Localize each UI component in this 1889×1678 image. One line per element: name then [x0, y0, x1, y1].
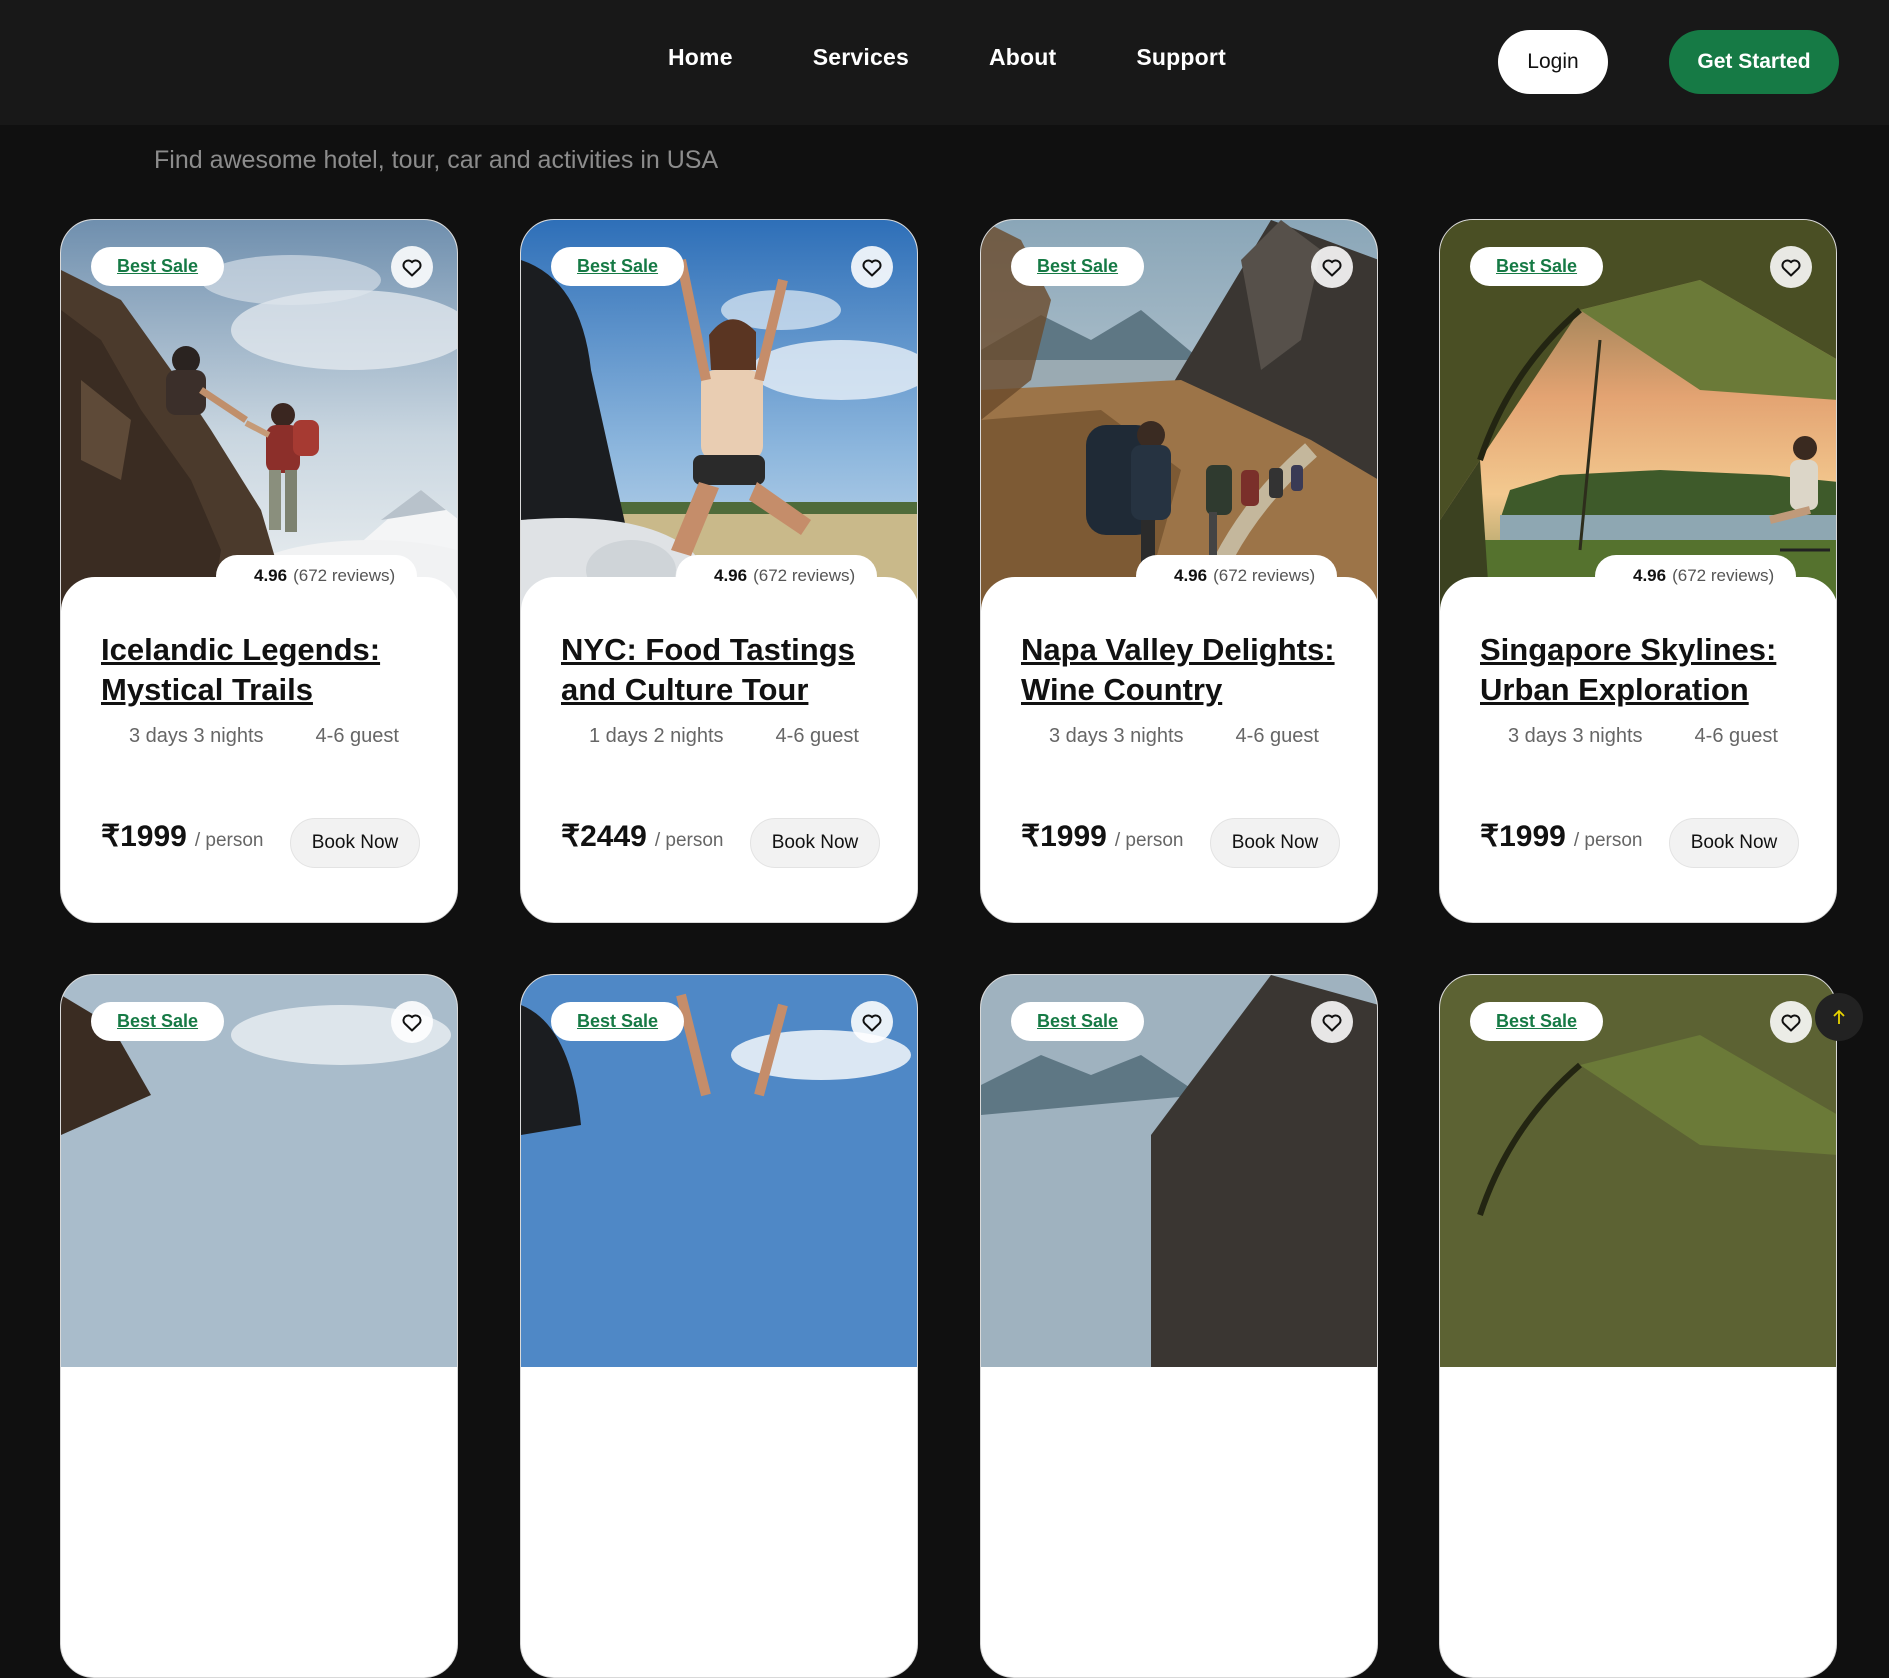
tour-card: Best Sale 4.96 (672 reviews) Napa Valley…	[980, 219, 1378, 923]
tour-price: ₹1999 / person	[1021, 819, 1183, 854]
review-count: (672 reviews)	[753, 566, 856, 585]
section-subtitle: Find awesome hotel, tour, car and activi…	[154, 146, 719, 174]
tour-title-link[interactable]: Napa Valley Delights: Wine Country	[1021, 630, 1351, 710]
book-now-button[interactable]: Book Now	[290, 818, 420, 868]
tour-price: ₹2449 / person	[561, 819, 723, 854]
book-now-button[interactable]: Book Now	[750, 818, 880, 868]
card-body	[1440, 577, 1836, 922]
best-sale-badge: Best Sale	[551, 1002, 685, 1041]
rating-score: 4.96	[254, 566, 288, 585]
rating-pill: 4.96 (672 reviews)	[676, 555, 878, 597]
tour-duration: 3 days 3 nights	[1508, 725, 1643, 747]
tour-card: Best Sale 4.96 (672 reviews) NYC: Food T…	[520, 219, 918, 923]
favorite-button[interactable]	[851, 246, 893, 288]
review-count: (672 reviews)	[1213, 566, 1316, 585]
tour-title-link[interactable]: NYC: Food Tastings and Culture Tour	[561, 630, 891, 710]
price-unit: / person	[1573, 830, 1643, 851]
tour-guests: 4-6 guest	[315, 725, 399, 747]
rating-score: 4.96	[1633, 566, 1667, 585]
heart-icon	[1781, 1014, 1801, 1032]
tour-card: Best Sale 4.96 (672 reviews) Singapore S…	[1439, 219, 1837, 923]
heart-icon	[1322, 1014, 1342, 1032]
tour-duration: 1 days 2 nights	[589, 725, 724, 747]
favorite-button[interactable]	[1770, 246, 1812, 288]
tour-card: Best Sale 4.96 (672 reviews) Icelandic L…	[60, 219, 458, 923]
tour-guests: 4-6 guest	[1235, 725, 1319, 747]
navbar: Home Services About Support Login Get St…	[0, 0, 1889, 125]
heart-icon	[402, 259, 422, 277]
card-body	[521, 577, 917, 922]
nav-support-link[interactable]: Support	[1136, 44, 1226, 71]
rating-pill: 4.96 (672 reviews)	[216, 555, 418, 597]
favorite-button[interactable]	[391, 1001, 433, 1043]
heart-icon	[862, 259, 882, 277]
tour-meta: 1 days 2 nights 4-6 guest	[589, 725, 859, 748]
price-unit: / person	[194, 830, 264, 851]
tour-duration: 3 days 3 nights	[1049, 725, 1184, 747]
tour-meta: 3 days 3 nights 4-6 guest	[1508, 725, 1778, 748]
rating-pill: 4.96 (672 reviews)	[1136, 555, 1338, 597]
rating-score: 4.96	[1174, 566, 1208, 585]
rating-pill: 4.96 (672 reviews)	[1595, 555, 1797, 597]
rating-score: 4.96	[714, 566, 748, 585]
tour-title-link[interactable]: Singapore Skylines: Urban Exploration	[1480, 630, 1810, 710]
best-sale-badge: Best Sale	[1011, 247, 1145, 286]
scroll-to-top-button[interactable]	[1815, 993, 1863, 1041]
tour-title-link[interactable]: Icelandic Legends: Mystical Trails	[101, 630, 431, 710]
price-amount: ₹1999	[1480, 820, 1566, 853]
tour-price: ₹1999 / person	[101, 819, 263, 854]
price-amount: ₹1999	[1021, 820, 1107, 853]
tour-duration: 3 days 3 nights	[129, 725, 264, 747]
favorite-button[interactable]	[1311, 246, 1353, 288]
best-sale-badge: Best Sale	[1470, 1002, 1604, 1041]
tour-meta: 3 days 3 nights 4-6 guest	[1049, 725, 1319, 748]
nav-home-link[interactable]: Home	[668, 44, 733, 71]
card-body	[981, 577, 1377, 922]
best-sale-badge: Best Sale	[1470, 247, 1604, 286]
tour-price: ₹1999 / person	[1480, 819, 1642, 854]
book-now-button[interactable]: Book Now	[1210, 818, 1340, 868]
tour-guests: 4-6 guest	[775, 725, 859, 747]
favorite-button[interactable]	[851, 1001, 893, 1043]
book-now-button[interactable]: Book Now	[1669, 818, 1799, 868]
tour-meta: 3 days 3 nights 4-6 guest	[129, 725, 399, 748]
heart-icon	[402, 1014, 422, 1032]
card-body	[61, 577, 457, 922]
best-sale-badge: Best Sale	[1011, 1002, 1145, 1041]
favorite-button[interactable]	[1770, 1001, 1812, 1043]
price-unit: / person	[654, 830, 724, 851]
best-sale-badge: Best Sale	[91, 247, 225, 286]
favorite-button[interactable]	[1311, 1001, 1353, 1043]
heart-icon	[862, 1014, 882, 1032]
price-amount: ₹1999	[101, 820, 187, 853]
review-count: (672 reviews)	[1672, 566, 1775, 585]
arrow-up-icon	[1833, 1009, 1845, 1024]
heart-icon	[1781, 259, 1801, 277]
nav-services-link[interactable]: Services	[813, 44, 909, 71]
favorite-button[interactable]	[391, 246, 433, 288]
price-amount: ₹2449	[561, 820, 647, 853]
nav-links: Home Services About Support	[668, 44, 1306, 71]
nav-about-link[interactable]: About	[989, 44, 1056, 71]
get-started-button[interactable]: Get Started	[1669, 30, 1839, 94]
best-sale-badge: Best Sale	[551, 247, 685, 286]
login-button[interactable]: Login	[1498, 30, 1608, 94]
review-count: (672 reviews)	[293, 566, 396, 585]
best-sale-badge: Best Sale	[91, 1002, 225, 1041]
heart-icon	[1322, 259, 1342, 277]
tour-guests: 4-6 guest	[1694, 725, 1778, 747]
price-unit: / person	[1114, 830, 1184, 851]
